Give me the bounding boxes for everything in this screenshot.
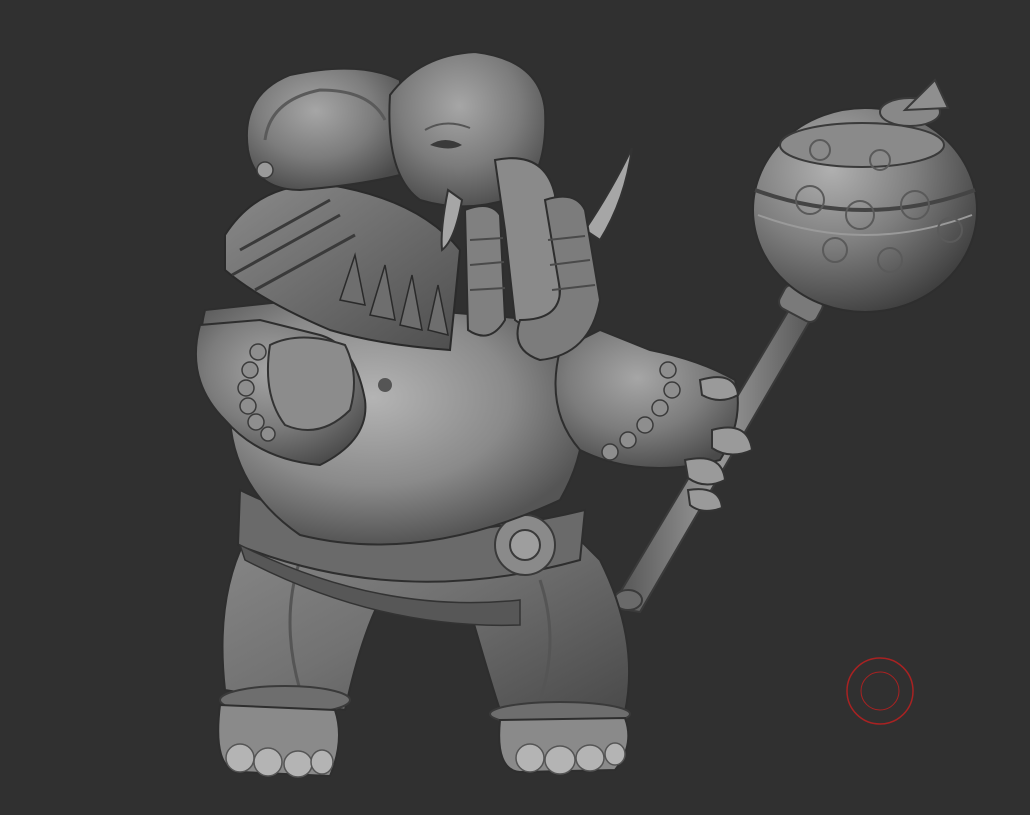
brush-circle-icon[interactable] — [845, 656, 915, 726]
mace-head — [752, 78, 978, 313]
right-arm — [554, 328, 754, 512]
sculpt-viewport[interactable] — [0, 0, 1030, 815]
